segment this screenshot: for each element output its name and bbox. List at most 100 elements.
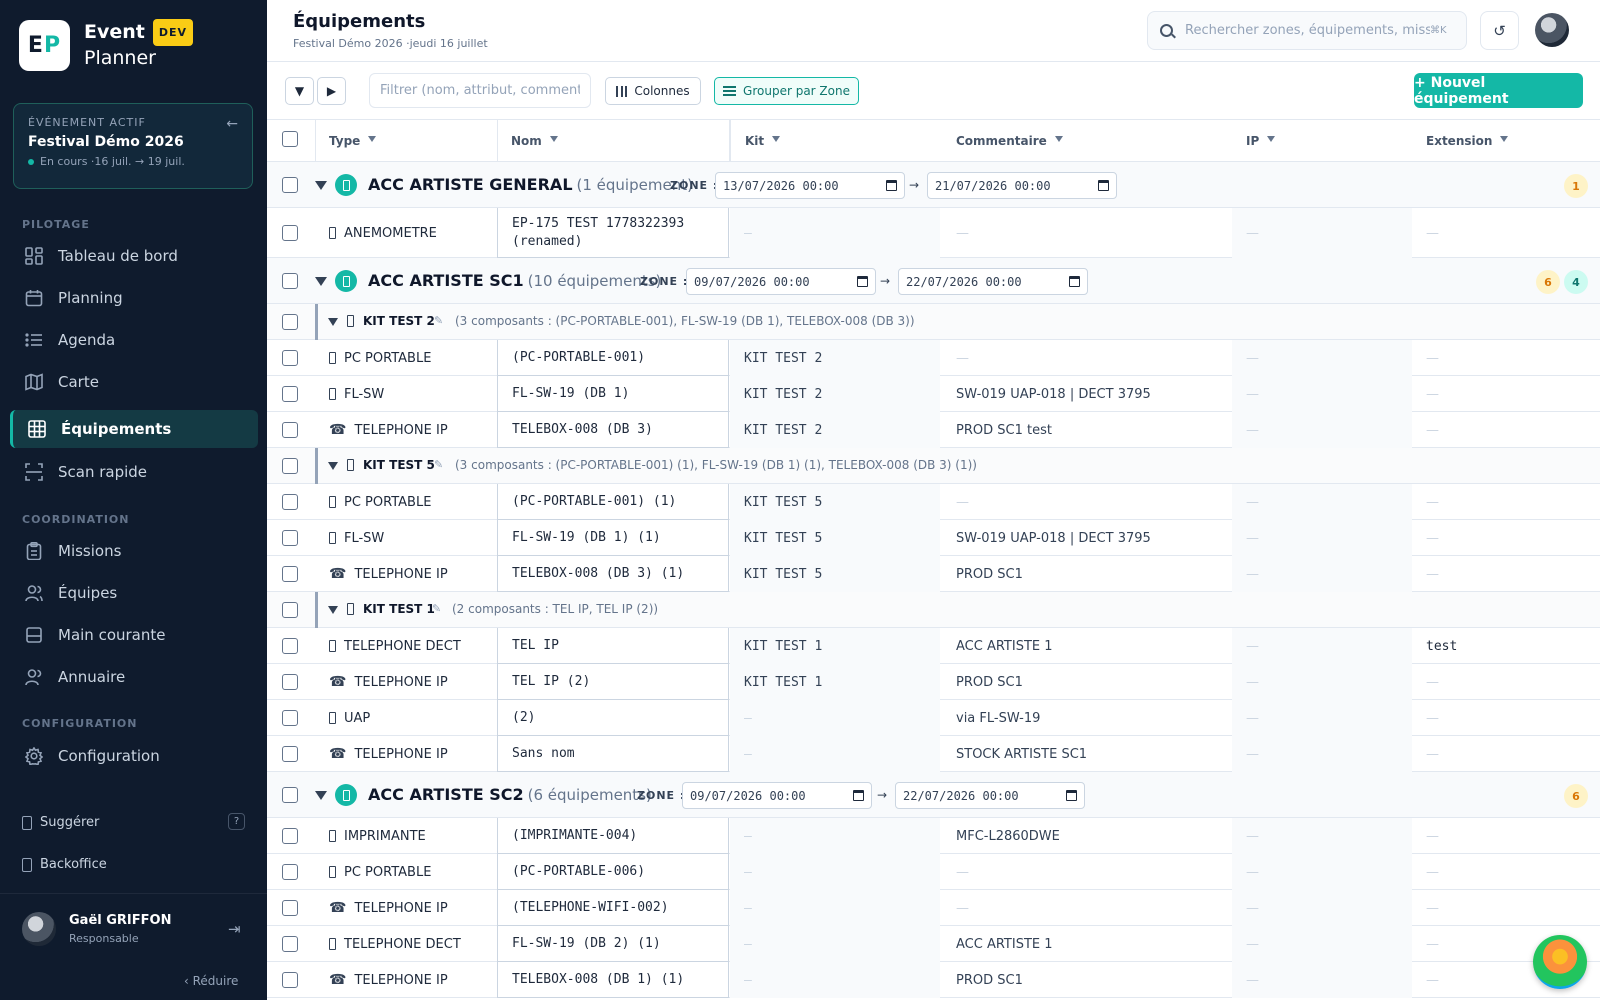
row-checkbox[interactable] (282, 176, 298, 193)
table-row[interactable]: PC PORTABLE (PC-PORTABLE-001) KIT TEST 2… (267, 340, 1600, 376)
nav-item-main-courante[interactable]: Main courante (10, 616, 258, 654)
collapse-sidebar-button[interactable]: ‹ Réduire (184, 974, 238, 988)
cell-nom[interactable]: (IMPRIMANTE-004) (497, 818, 729, 854)
chevron-down-icon[interactable] (315, 277, 327, 286)
table-row[interactable]: FL-SW FL-SW-19 (DB 1) (1) KIT TEST 5 SW-… (267, 520, 1600, 556)
calendar-icon[interactable] (1069, 276, 1080, 287)
calendar-icon[interactable] (857, 276, 868, 287)
arrow-left-icon[interactable]: ← (226, 116, 238, 132)
cell-nom[interactable]: (PC-PORTABLE-001) (1) (497, 484, 729, 520)
table-row[interactable]: PC PORTABLE (PC-PORTABLE-001) (1) KIT TE… (267, 484, 1600, 520)
row-checkbox[interactable] (282, 935, 298, 952)
cell-nom[interactable]: FL-SW-19 (DB 1) (1) (497, 520, 729, 556)
pencil-icon[interactable]: ✎ (434, 458, 443, 471)
row-checkbox[interactable] (282, 529, 298, 546)
row-checkbox[interactable] (282, 786, 298, 803)
cell-nom[interactable]: (PC-PORTABLE-001) (497, 340, 729, 376)
row-checkbox[interactable] (282, 493, 298, 510)
group-by-zone-button[interactable]: Grouper par Zone (714, 77, 859, 105)
logout-icon[interactable]: ⇥ (228, 920, 241, 938)
nav-item-planning[interactable]: Planning (10, 279, 258, 317)
kit-row[interactable]: KIT TEST 1 ✎ (2 composants : TEL IP, TEL… (267, 592, 1600, 628)
pencil-icon[interactable]: ✎ (432, 602, 441, 615)
cell-nom[interactable]: EP-175 TEST 1778322393 (renamed) (497, 208, 729, 258)
select-all-checkbox[interactable] (282, 131, 298, 147)
row-checkbox[interactable] (282, 313, 298, 330)
cell-nom[interactable]: FL-SW-19 (DB 2) (1) (497, 926, 729, 962)
cell-nom[interactable]: (TELEPHONE-WIFI-002) (497, 890, 729, 926)
search-input[interactable] (1185, 23, 1430, 38)
row-checkbox[interactable] (282, 899, 298, 916)
row-checkbox[interactable] (282, 637, 298, 654)
cell-nom[interactable]: TELEBOX-008 (DB 1) (1) (497, 962, 729, 998)
zone-end-input[interactable]: 22/07/2026 00:00 (895, 782, 1085, 809)
filter-icon[interactable] (368, 136, 377, 142)
row-checkbox[interactable] (282, 565, 298, 582)
cell-nom[interactable]: TEL IP (497, 628, 729, 664)
collapse-all-button[interactable]: ▼ (285, 77, 314, 105)
row-checkbox[interactable] (282, 827, 298, 844)
avatar[interactable] (22, 912, 56, 946)
backoffice-link[interactable]: Backoffice (22, 857, 107, 872)
nav-item-equipes[interactable]: Équipes (10, 574, 258, 612)
kit-row[interactable]: KIT TEST 5 ✎ (3 composants : (PC-PORTABL… (267, 448, 1600, 484)
chevron-down-icon[interactable] (328, 606, 338, 614)
table-row[interactable]: ☎ TELEPHONE IP TEL IP (2) KIT TEST 1 PROD… (267, 664, 1600, 700)
row-checkbox[interactable] (282, 971, 298, 988)
nav-item-missions[interactable]: Missions (10, 532, 258, 570)
zone-row[interactable]: ACC ARTISTE GENERAL (1 équipement) ZONE :… (267, 162, 1600, 208)
nav-item-carte[interactable]: Carte (10, 363, 258, 401)
table-row[interactable]: TELEPHONE DECT TEL IP KIT TEST 1 ACC ART… (267, 628, 1600, 664)
filter-icon[interactable] (772, 136, 781, 142)
column-kit[interactable]: Kit (731, 120, 941, 162)
avatar[interactable] (1535, 13, 1569, 47)
suggest-link[interactable]: Suggérer (22, 815, 99, 830)
row-checkbox[interactable] (282, 457, 298, 474)
zone-start-input[interactable]: 13/07/2026 00:00 (715, 172, 905, 199)
help-icon[interactable]: ? (228, 813, 245, 830)
chevron-down-icon[interactable] (328, 318, 338, 326)
assistant-avatar-button[interactable] (1533, 935, 1587, 989)
expand-all-button[interactable]: ▶ (317, 77, 346, 105)
cell-nom[interactable]: TELEBOX-008 (DB 3) (497, 412, 729, 448)
table-row[interactable]: TELEPHONE DECT FL-SW-19 (DB 2) (1) — ACC… (267, 926, 1600, 962)
table-row[interactable]: FL-SW FL-SW-19 (DB 1) KIT TEST 2 SW-019 … (267, 376, 1600, 412)
nav-item-configuration[interactable]: Configuration (10, 737, 258, 775)
zone-end-input[interactable]: 22/07/2026 00:00 (898, 268, 1088, 295)
pencil-icon[interactable]: ✎ (434, 314, 443, 327)
row-checkbox[interactable] (282, 709, 298, 726)
active-event-card[interactable]: ÉVÉNEMENT ACTIF Festival Démo 2026 En co… (13, 103, 253, 189)
filter-input[interactable] (369, 73, 591, 108)
cell-nom[interactable]: TEL IP (2) (497, 664, 729, 700)
zone-start-input[interactable]: 09/07/2026 00:00 (682, 782, 872, 809)
column-type[interactable]: Type (315, 120, 497, 162)
table-row[interactable]: ☎ TELEPHONE IP TELEBOX-008 (DB 3) KIT TES… (267, 412, 1600, 448)
nav-item-equipements[interactable]: Équipements (10, 410, 258, 448)
row-checkbox[interactable] (282, 385, 298, 402)
refresh-button[interactable]: ↺ (1480, 11, 1519, 50)
column-commentaire[interactable]: Commentaire (942, 120, 1232, 162)
nav-item-annuaire[interactable]: Annuaire (10, 658, 258, 696)
columns-button[interactable]: Colonnes (605, 77, 701, 105)
nav-item-tableau-de-bord[interactable]: Tableau de bord (10, 237, 258, 275)
table-row[interactable]: ☎ TELEPHONE IP TELEBOX-008 (DB 1) (1) — P… (267, 962, 1600, 998)
zone-row[interactable]: ACC ARTISTE SC1 (10 équipements) ZONE : 0… (267, 258, 1600, 304)
global-search[interactable]: ⌘K (1147, 11, 1467, 50)
zone-end-input[interactable]: 21/07/2026 00:00 (927, 172, 1117, 199)
zone-start-input[interactable]: 09/07/2026 00:00 (686, 268, 876, 295)
table-row[interactable]: ANEMOMETRE EP-175 TEST 1778322393 (renam… (267, 208, 1600, 258)
table-row[interactable]: IMPRIMANTE (IMPRIMANTE-004) — MFC-L2860D… (267, 818, 1600, 854)
chevron-down-icon[interactable] (315, 181, 327, 190)
row-checkbox[interactable] (282, 349, 298, 366)
cell-nom[interactable]: Sans nom (497, 736, 729, 772)
filter-icon[interactable] (1500, 136, 1509, 142)
zone-row[interactable]: ACC ARTISTE SC2 (6 équipements) ZONE : 09… (267, 772, 1600, 818)
table-row[interactable]: PC PORTABLE (PC-PORTABLE-006) — — — — (267, 854, 1600, 890)
column-nom[interactable]: Nom (497, 120, 729, 162)
calendar-icon[interactable] (1098, 180, 1109, 191)
nav-item-scan-rapide[interactable]: Scan rapide (10, 453, 258, 491)
cell-nom[interactable]: TELEBOX-008 (DB 3) (1) (497, 556, 729, 592)
table-row[interactable]: ☎ TELEPHONE IP Sans nom — STOCK ARTISTE S… (267, 736, 1600, 772)
row-checkbox[interactable] (282, 224, 298, 241)
cell-nom[interactable]: (2) (497, 700, 729, 736)
